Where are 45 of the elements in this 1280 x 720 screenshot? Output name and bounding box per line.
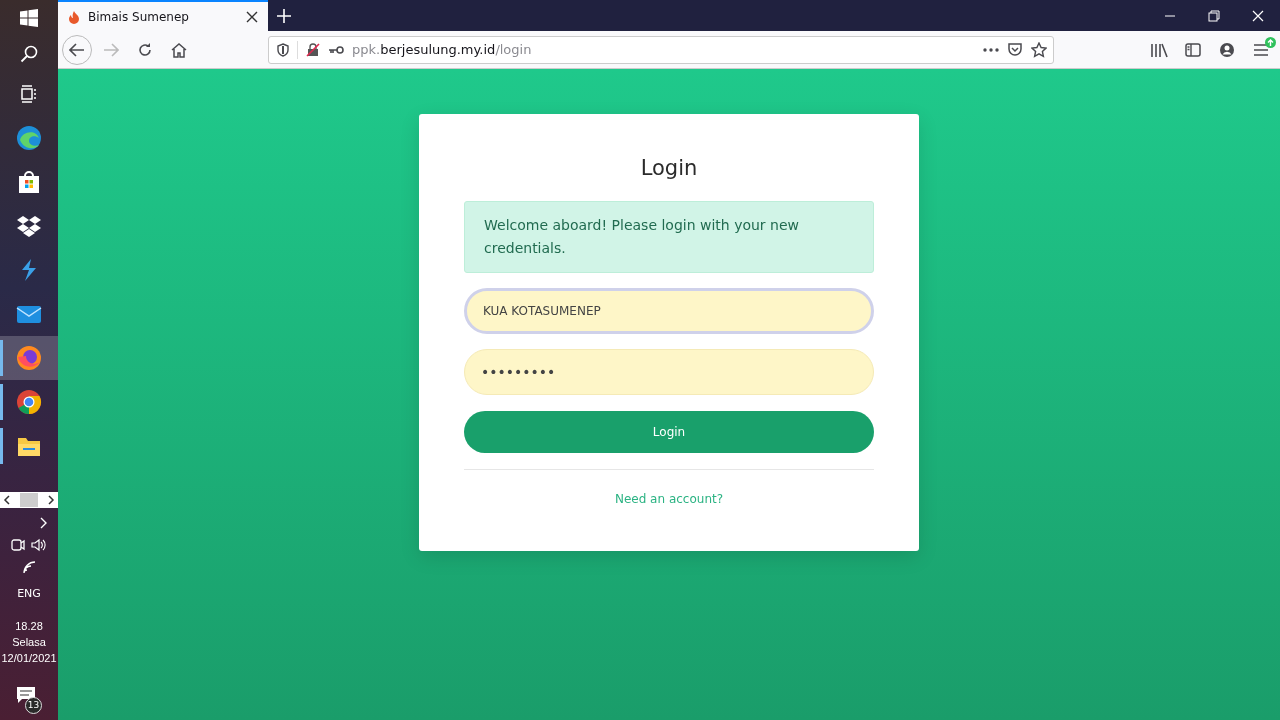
address-bar[interactable]: ppk.berjesulung.my.id/login: [268, 35, 1054, 64]
close-icon[interactable]: [246, 10, 258, 23]
shopping-bag-icon[interactable]: [17, 170, 41, 194]
scrollbar[interactable]: [0, 492, 58, 508]
swirl-icon[interactable]: [16, 125, 42, 151]
success-alert: Welcome aboard! Please login with your new credentials.: [464, 201, 874, 273]
pocket-icon[interactable]: [1007, 41, 1023, 58]
arrow-left-icon: [69, 42, 85, 57]
library-icon[interactable]: [1150, 41, 1168, 58]
update-arrow-icon: [1265, 36, 1276, 48]
shield-icon[interactable]: [277, 42, 289, 57]
camera-icon[interactable]: [11, 538, 25, 552]
reload-icon: [137, 41, 153, 58]
arrow-right-icon: [103, 42, 119, 57]
username-field[interactable]: KUA KOTASUMENEP: [464, 288, 874, 334]
browser-tab[interactable]: Bimais Sumenep: [58, 0, 268, 31]
password-field[interactable]: •••••••••: [464, 349, 874, 395]
star-icon[interactable]: [1031, 41, 1047, 58]
menu-icon: [1254, 43, 1268, 56]
wheel-icon[interactable]: [16, 389, 42, 415]
language-indicator[interactable]: ENG: [17, 586, 41, 600]
search-icon: [20, 45, 38, 63]
notification-count: 13: [25, 697, 42, 714]
more-icon[interactable]: [983, 47, 999, 52]
chevron-left-icon: [3, 495, 11, 505]
chevron-right-icon[interactable]: [38, 517, 48, 529]
sidebar-icon[interactable]: [1185, 42, 1201, 57]
clock-day[interactable]: Selasa: [12, 634, 46, 650]
restore-icon[interactable]: [1208, 9, 1220, 22]
login-title: Login: [639, 156, 699, 180]
lock-slash-icon[interactable]: [306, 42, 320, 57]
chevron-right-icon: [47, 495, 55, 505]
account-icon[interactable]: [1219, 41, 1235, 58]
lightning-icon[interactable]: [19, 258, 39, 282]
task-view-icon[interactable]: [19, 84, 39, 104]
clock-time[interactable]: 18.28: [15, 618, 43, 634]
clock-date[interactable]: 12/01/2021: [1, 650, 57, 666]
key-icon[interactable]: [328, 44, 344, 55]
folder-icon[interactable]: [17, 435, 41, 457]
house-icon: [171, 41, 187, 58]
speaker-icon[interactable]: [31, 538, 47, 552]
envelope-icon[interactable]: [16, 304, 42, 324]
plus-icon[interactable]: [277, 8, 291, 23]
windows-logo-icon: [20, 9, 38, 27]
flame-icon: [68, 9, 80, 24]
